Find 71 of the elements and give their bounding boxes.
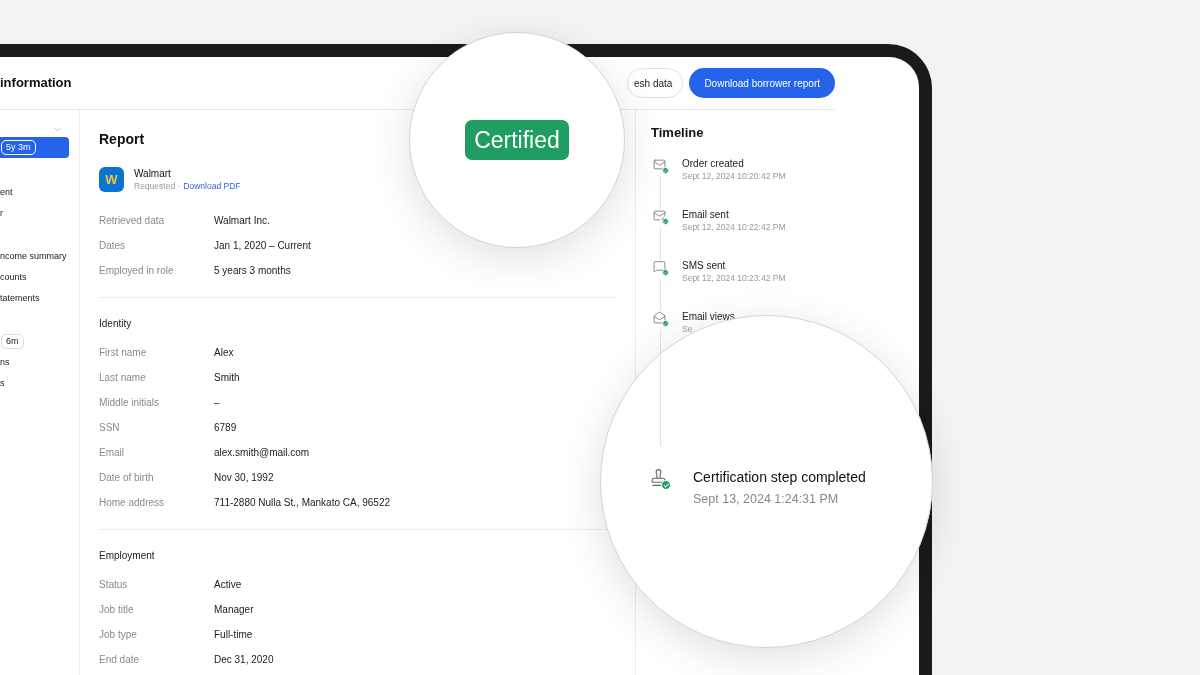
stamp-check-icon	[649, 468, 671, 490]
certified-badge: Certified	[465, 120, 569, 160]
field-label: Dates	[99, 239, 127, 253]
duration-badge: 6m	[1, 334, 24, 349]
sidebar-label: tatements	[0, 291, 40, 305]
timeline-heading: Timeline	[651, 125, 705, 141]
field-value: 711-2880 Nulla St., Mankato CA, 96522	[214, 496, 391, 510]
field-label: Employed in role	[99, 264, 175, 278]
employer-name: Walmart	[134, 167, 172, 180]
event-title: Order created	[682, 158, 745, 170]
field-value: Dec 31, 2020	[214, 653, 274, 667]
field-value: 5 years 3 months	[214, 264, 291, 278]
sidebar-item[interactable]: ns	[0, 352, 69, 373]
chat-bubble-check-icon	[652, 260, 669, 276]
page-title: information	[0, 74, 73, 93]
field-label: Job title	[99, 603, 135, 617]
section-heading: Identity	[99, 318, 132, 329]
field-value: –	[214, 396, 220, 410]
event-time: Sept 13, 2024 1:24:31 PM	[693, 491, 840, 508]
duration-badge: 5y 3m	[1, 140, 36, 155]
employer-logo: W	[99, 167, 124, 192]
event-title: Email views	[682, 311, 735, 323]
sidebar-label: ns	[0, 355, 10, 369]
event-title: Certification step completed	[693, 468, 866, 486]
field-label: Retrieved data	[99, 214, 166, 228]
field-label: Status	[99, 578, 129, 592]
sidebar-item[interactable]: ent	[0, 182, 69, 203]
sidebar-item[interactable]: 5y 3m	[0, 137, 69, 158]
download-pdf-link[interactable]: Download PDF	[183, 180, 241, 192]
sidebar-label: ent	[0, 185, 13, 199]
field-value: Active	[214, 578, 242, 592]
section-heading: Employment	[99, 550, 155, 561]
field-label: Last name	[99, 371, 147, 385]
field-value: Full-time	[214, 628, 253, 642]
event-title: Email sent	[682, 209, 730, 221]
sidebar-label: r	[0, 206, 3, 220]
sidebar-item[interactable]: tatements	[0, 288, 69, 309]
event-time: Se	[682, 323, 694, 335]
field-value: Nov 30, 1992	[214, 471, 274, 485]
refresh-button[interactable]: esh data	[627, 68, 684, 98]
event-title: SMS sent	[682, 260, 727, 272]
field-label: End date	[99, 653, 141, 667]
field-value: 6789	[214, 421, 237, 435]
field-value: alex.smith@mail.com	[214, 446, 310, 460]
field-value: Smith	[214, 371, 240, 385]
field-value: Alex	[214, 346, 234, 360]
field-label: Home address	[99, 496, 166, 510]
request-status: Requested ·	[134, 180, 181, 192]
field-label: Job type	[99, 628, 138, 642]
event-time: Sept 12, 2024 10:20:42 PM	[682, 170, 786, 182]
field-label: SSN	[99, 421, 121, 435]
field-label: Email	[99, 446, 125, 460]
sidebar-label: s	[0, 376, 5, 390]
envelope-plus-check-icon	[652, 209, 669, 225]
open-envelope-check-icon	[652, 311, 669, 327]
sidebar-item[interactable]: s	[0, 373, 69, 394]
event-time: Sept 12, 2024 10:23:42 PM	[682, 272, 786, 284]
report-heading: Report	[99, 130, 145, 148]
field-label: First name	[99, 346, 148, 360]
field-label: Date of birth	[99, 471, 155, 485]
field-label: Middle initials	[99, 396, 161, 410]
envelope-check-icon	[652, 158, 669, 174]
field-value: Manager	[214, 603, 254, 617]
field-value: Jan 1, 2020 – Current	[214, 239, 311, 253]
sidebar-item[interactable]: counts	[0, 267, 69, 288]
sidebar-label: counts	[0, 270, 27, 284]
event-time: Sept 12, 2024 10:22:42 PM	[682, 221, 786, 233]
download-report-button[interactable]: Download borrower report	[689, 68, 835, 98]
sidebar-item[interactable]: 6m	[0, 331, 69, 352]
sidebar-item[interactable]: r	[0, 203, 69, 224]
field-value: Walmart Inc.	[214, 214, 270, 228]
